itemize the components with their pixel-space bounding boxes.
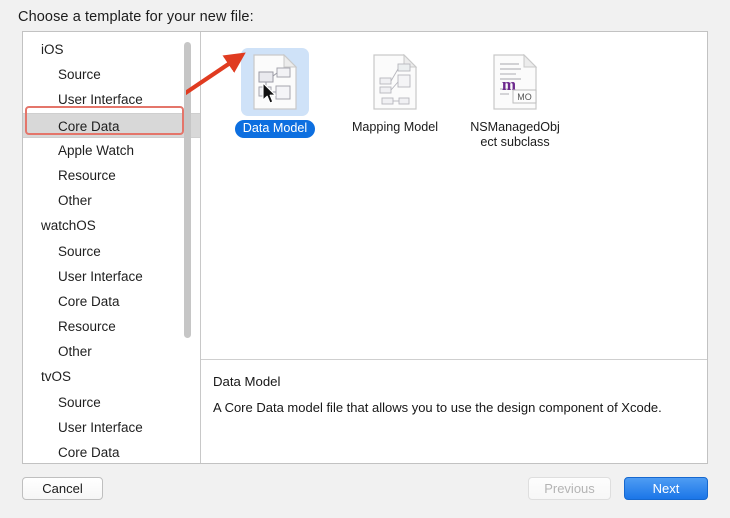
sidebar-item-label: User Interface (58, 268, 143, 284)
sidebar-scrollbar-thumb[interactable] (184, 42, 191, 338)
platform-category-list[interactable]: iOS Source User Interface Core Data Apple Wa… (23, 37, 200, 463)
template-grid[interactable]: Data Model Mapping Model m MO NSManagedObj ec… (201, 32, 707, 359)
sidebar-item-label: Source (58, 394, 101, 410)
template-tile-data-model[interactable]: Data Model (215, 46, 335, 149)
sidebar-item-label: Apple Watch (58, 142, 135, 158)
sidebar-item-core-data[interactable]: Core Data (23, 289, 200, 314)
previous-button: Previous (528, 477, 611, 500)
mapping-model-document-icon (361, 48, 429, 116)
sidebar-item-core-data[interactable]: Core Data (23, 112, 200, 138)
description-body: A Core Data model file that allows you t… (213, 400, 662, 415)
sidebar-item-label: User Interface (58, 419, 143, 435)
sidebar-item-label: Core Data (58, 293, 120, 309)
template-tile-label: Mapping Model (351, 120, 439, 134)
data-model-document-icon (241, 48, 309, 116)
sidebar-item-label: watchOS (41, 218, 96, 234)
sidebar-item-label: iOS (41, 42, 64, 57)
template-tile-label-line2: ect subclass (480, 134, 550, 149)
sidebar-item-label: Source (58, 67, 101, 83)
sidebar-item-label: Other (58, 344, 92, 360)
template-description: Data Model A Core Data model file that a… (201, 360, 707, 415)
sidebar-item-watchos[interactable]: watchOS (23, 213, 200, 238)
template-tile-label: Data Model (234, 120, 316, 138)
cancel-button[interactable]: Cancel (22, 477, 103, 500)
sidebar-item-user-interface[interactable]: User Interface (23, 264, 200, 289)
sidebar-item-ios[interactable]: iOS (23, 37, 200, 62)
sidebar-item-label: Core Data (58, 445, 120, 460)
sidebar-item-user-interface[interactable]: User Interface (23, 87, 200, 112)
platform-category-sidebar[interactable]: iOS Source User Interface Core Data Apple Wa… (23, 32, 201, 463)
sidebar-item-apple-watch[interactable]: Apple Watch (23, 138, 200, 163)
sidebar-item-label: Resource (58, 319, 116, 335)
dialog-title: Choose a template for your new file: (18, 9, 254, 25)
sidebar-item-core-data[interactable]: Core Data (23, 440, 200, 463)
svg-text:MO: MO (517, 92, 532, 102)
sidebar-item-resource[interactable]: Resource (23, 163, 200, 188)
template-browser-panel: iOS Source User Interface Core Data Apple Wa… (22, 31, 708, 464)
sidebar-item-resource[interactable]: Resource (23, 314, 200, 339)
next-button[interactable]: Next (624, 477, 708, 500)
template-tile-label: NSManagedObj (470, 120, 560, 134)
sidebar-item-label: Source (58, 243, 101, 259)
description-title: Data Model (213, 374, 281, 389)
sidebar-item-label: Other (58, 193, 92, 209)
sidebar-item-source[interactable]: Source (23, 239, 200, 264)
sidebar-item-tvos[interactable]: tvOS (23, 364, 200, 389)
nsmanagedobject-document-icon: m MO (481, 48, 549, 116)
sidebar-item-other[interactable]: Other (23, 188, 200, 213)
sidebar-item-label: tvOS (41, 369, 72, 385)
sidebar-item-source[interactable]: Source (23, 390, 200, 415)
sidebar-item-user-interface[interactable]: User Interface (23, 415, 200, 440)
sidebar-item-label: User Interface (58, 92, 143, 108)
sidebar-item-label: Core Data (58, 118, 120, 134)
sidebar-item-other[interactable]: Other (23, 339, 200, 364)
template-tile-nsmanagedobject-subclass[interactable]: m MO NSManagedObj ect subclass (455, 46, 575, 149)
sidebar-scrollbar[interactable] (184, 36, 196, 461)
sidebar-item-source[interactable]: Source (23, 62, 200, 87)
new-file-template-dialog: Choose a template for your new file: iOS… (0, 0, 730, 518)
sidebar-item-label: Resource (58, 167, 116, 183)
template-content-pane: Data Model Mapping Model m MO NSManagedObj ec… (201, 32, 707, 463)
template-tile-mapping-model[interactable]: Mapping Model (335, 46, 455, 149)
